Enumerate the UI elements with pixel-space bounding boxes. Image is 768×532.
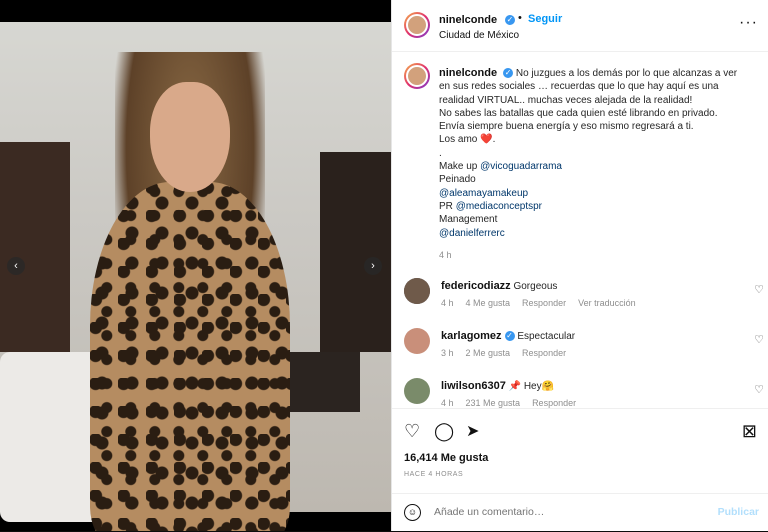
caption-author-avatar[interactable] (404, 63, 430, 89)
post-modal: ‹ › ninelconde ✓ • Seguir Ciudad de Méxi… (0, 0, 768, 531)
comment-text: federicodiazz Gorgeous (441, 280, 557, 292)
post-media: ‹ › (0, 0, 391, 531)
mention-link[interactable]: @danielferrerc (439, 228, 505, 239)
next-image-arrow-icon[interactable]: › (364, 257, 382, 275)
comment-meta: 4 h 231 Me gusta Responder (441, 398, 588, 408)
follow-button[interactable]: Seguir (528, 13, 562, 25)
comment-bubble-icon[interactable]: ◯ (434, 421, 454, 442)
caption-line: Make up (439, 161, 478, 173)
caption-line: PR (439, 200, 453, 212)
reply-button[interactable]: Responder (522, 348, 566, 358)
comment-body: Gorgeous (513, 281, 558, 292)
post-location[interactable]: Ciudad de México (439, 30, 519, 41)
comment-likes[interactable]: 2 Me gusta (466, 348, 511, 358)
commenter-avatar[interactable] (404, 278, 430, 304)
comment-likes[interactable]: 231 Me gusta (466, 398, 521, 408)
more-options-icon[interactable]: ··· (739, 14, 758, 32)
previous-image-arrow-icon[interactable]: ‹ (7, 257, 25, 275)
reply-button[interactable]: Responder (522, 298, 566, 308)
comment-time[interactable]: 4 h (441, 298, 454, 308)
commenter-avatar[interactable] (404, 378, 430, 404)
comment-body: 📌 Hey🤗 (508, 381, 555, 392)
comment-body: Espectacular (517, 331, 576, 342)
share-paper-plane-icon[interactable]: ➤ (466, 421, 479, 441)
comment-item: federicodiazz Gorgeous 4 h 4 Me gusta Resp… (404, 278, 764, 328)
comment-time[interactable]: 3 h (441, 348, 454, 358)
like-heart-icon[interactable]: ♡ (404, 421, 420, 442)
caption-line: Management (439, 214, 498, 226)
publish-button[interactable]: Publicar (718, 506, 759, 518)
photo-background-door (0, 142, 70, 352)
caption-line: en sus redes sociales … recuerdas que lo… (439, 81, 719, 93)
photo-subject-face (150, 82, 230, 192)
caption-line: No sabes las batallas que cada quien est… (439, 107, 718, 119)
verified-badge-icon: ✓ (505, 15, 515, 25)
photo-background-shelf (320, 152, 391, 352)
emoji-picker-icon[interactable]: ☺ (404, 504, 421, 521)
author-avatar[interactable] (404, 12, 430, 38)
comment-item: karlagomez ✓ Espectacular 3 h 2 Me gusta Re… (404, 328, 764, 378)
caption-line: Peinado (439, 174, 476, 186)
like-comment-heart-icon[interactable]: ♡ (754, 283, 764, 296)
post-side-panel: ninelconde ✓ • Seguir Ciudad de México ·… (391, 0, 768, 531)
comment-time[interactable]: 4 h (441, 398, 454, 408)
caption-username[interactable]: ninelconde (439, 67, 497, 79)
like-comment-heart-icon[interactable]: ♡ (754, 383, 764, 396)
commenter-avatar[interactable] (404, 328, 430, 354)
mention-link[interactable]: @vicoguadarrama (480, 161, 562, 172)
comment-username[interactable]: liwilson6307 (441, 380, 506, 392)
like-comment-heart-icon[interactable]: ♡ (754, 333, 764, 346)
comment-input[interactable] (434, 506, 694, 518)
likes-count[interactable]: 16,414 Me gusta (404, 452, 488, 464)
comment-text: karlagomez ✓ Espectacular (441, 330, 575, 342)
comment-item: liwilson6307 📌 Hey🤗 4 h 231 Me gusta Respo… (404, 378, 764, 408)
caption-line: No juzgues a los demás por lo que alcanz… (515, 68, 738, 79)
comment-text: liwilson6307 📌 Hey🤗 (441, 380, 554, 392)
post-age[interactable]: HACE 4 HORAS (404, 471, 463, 478)
comment-meta: 4 h 4 Me gusta Responder Ver traducción (441, 298, 648, 308)
post-photo[interactable] (0, 22, 391, 531)
caption-line: realidad VIRTUAL.. muchas veces alejada … (439, 94, 693, 106)
comment-username[interactable]: karlagomez (441, 330, 502, 342)
caption-line: Envía siempre buena energía y eso mismo … (439, 121, 694, 133)
comment-likes[interactable]: 4 Me gusta (466, 298, 511, 308)
post-header: ninelconde ✓ • Seguir Ciudad de México ·… (392, 0, 768, 52)
save-bookmark-icon[interactable]: ⊠ (742, 421, 757, 442)
verified-badge-icon: ✓ (503, 68, 514, 79)
caption-line: Los amo ❤️. (439, 134, 496, 146)
comment-username[interactable]: federicodiazz (441, 280, 511, 292)
comments-scroll-area[interactable]: ninelconde ✓ No juzgues a los demás por l… (392, 53, 768, 408)
translate-button[interactable]: Ver traducción (578, 298, 636, 308)
caption-line: . (439, 147, 442, 159)
verified-badge-icon: ✓ (504, 331, 515, 342)
comment-meta: 3 h 2 Me gusta Responder (441, 348, 578, 358)
caption-timestamp[interactable]: 4 h (439, 250, 452, 260)
mention-link[interactable]: @aleamayamakeup (439, 188, 528, 199)
separator-dot: • (518, 12, 522, 24)
photo-subject-dress (90, 182, 290, 531)
add-comment-bar: ☺ Publicar (392, 493, 768, 532)
author-username[interactable]: ninelconde (439, 14, 497, 26)
reply-button[interactable]: Responder (532, 398, 576, 408)
mention-link[interactable]: @mediaconceptspr (456, 201, 542, 212)
post-actions: ♡ ◯ ➤ ⊠ 16,414 Me gusta HACE 4 HORAS ☺ P… (392, 408, 768, 531)
post-caption: ninelconde ✓ No juzgues a los demás por l… (439, 67, 757, 240)
